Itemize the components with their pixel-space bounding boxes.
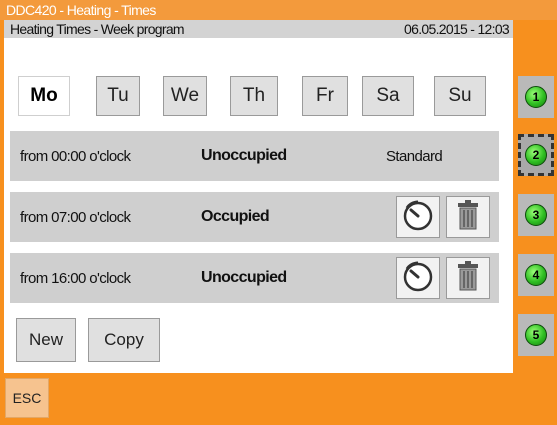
delete-row-button[interactable] xyxy=(446,257,490,299)
edit-time-button[interactable] xyxy=(396,196,440,238)
esc-button[interactable]: ESC xyxy=(5,378,49,418)
schedule-row[interactable]: from 07:00 o'clock Occupied xyxy=(10,192,499,242)
row-from-time: from 16:00 o'clock xyxy=(20,270,131,287)
row-from-time: from 00:00 o'clock xyxy=(20,148,131,165)
side-button-1[interactable]: 1 xyxy=(518,76,554,118)
tab-monday[interactable]: Mo xyxy=(18,76,70,116)
side-button-3[interactable]: 3 xyxy=(518,194,554,236)
tab-sunday[interactable]: Su xyxy=(434,76,486,116)
led-indicator: 1 xyxy=(525,86,547,108)
tab-tuesday[interactable]: Tu xyxy=(96,76,140,116)
row-state: Unoccupied xyxy=(201,147,287,164)
row-state: Occupied xyxy=(201,208,270,225)
bottom-bar xyxy=(0,373,557,425)
side-button-4[interactable]: 4 xyxy=(518,254,554,296)
led-indicator: 2 xyxy=(525,144,547,166)
dial-icon xyxy=(401,259,435,297)
trash-icon xyxy=(456,260,480,296)
side-button-5[interactable]: 5 xyxy=(518,314,554,356)
subheader: Heating Times - Week program 06.05.2015 … xyxy=(4,20,513,38)
side-button-2[interactable]: 2 xyxy=(518,134,554,176)
window-titlebar: DDC420 - Heating - Times xyxy=(0,0,557,20)
row-state: Unoccupied xyxy=(201,269,287,286)
dial-icon xyxy=(401,198,435,236)
page-title: Heating Times - Week program xyxy=(10,21,185,37)
tab-wednesday[interactable]: We xyxy=(163,76,207,116)
row-profile: Standard xyxy=(386,148,443,165)
led-indicator: 3 xyxy=(525,204,547,226)
led-indicator: 5 xyxy=(525,324,547,346)
tab-saturday[interactable]: Sa xyxy=(362,76,414,116)
schedule-row[interactable]: from 00:00 o'clock Unoccupied Standard xyxy=(10,131,499,181)
copy-button[interactable]: Copy xyxy=(88,318,160,362)
edit-time-button[interactable] xyxy=(396,257,440,299)
row-from-time: from 07:00 o'clock xyxy=(20,209,131,226)
new-button[interactable]: New xyxy=(16,318,76,362)
tab-thursday[interactable]: Th xyxy=(230,76,278,116)
schedule-row[interactable]: from 16:00 o'clock Unoccupied xyxy=(10,253,499,303)
led-indicator: 4 xyxy=(525,264,547,286)
window-title: DDC420 - Heating - Times xyxy=(6,2,156,18)
datetime: 06.05.2015 - 12:03 xyxy=(404,21,510,37)
trash-icon xyxy=(456,199,480,235)
tab-friday[interactable]: Fr xyxy=(302,76,348,116)
delete-row-button[interactable] xyxy=(446,196,490,238)
